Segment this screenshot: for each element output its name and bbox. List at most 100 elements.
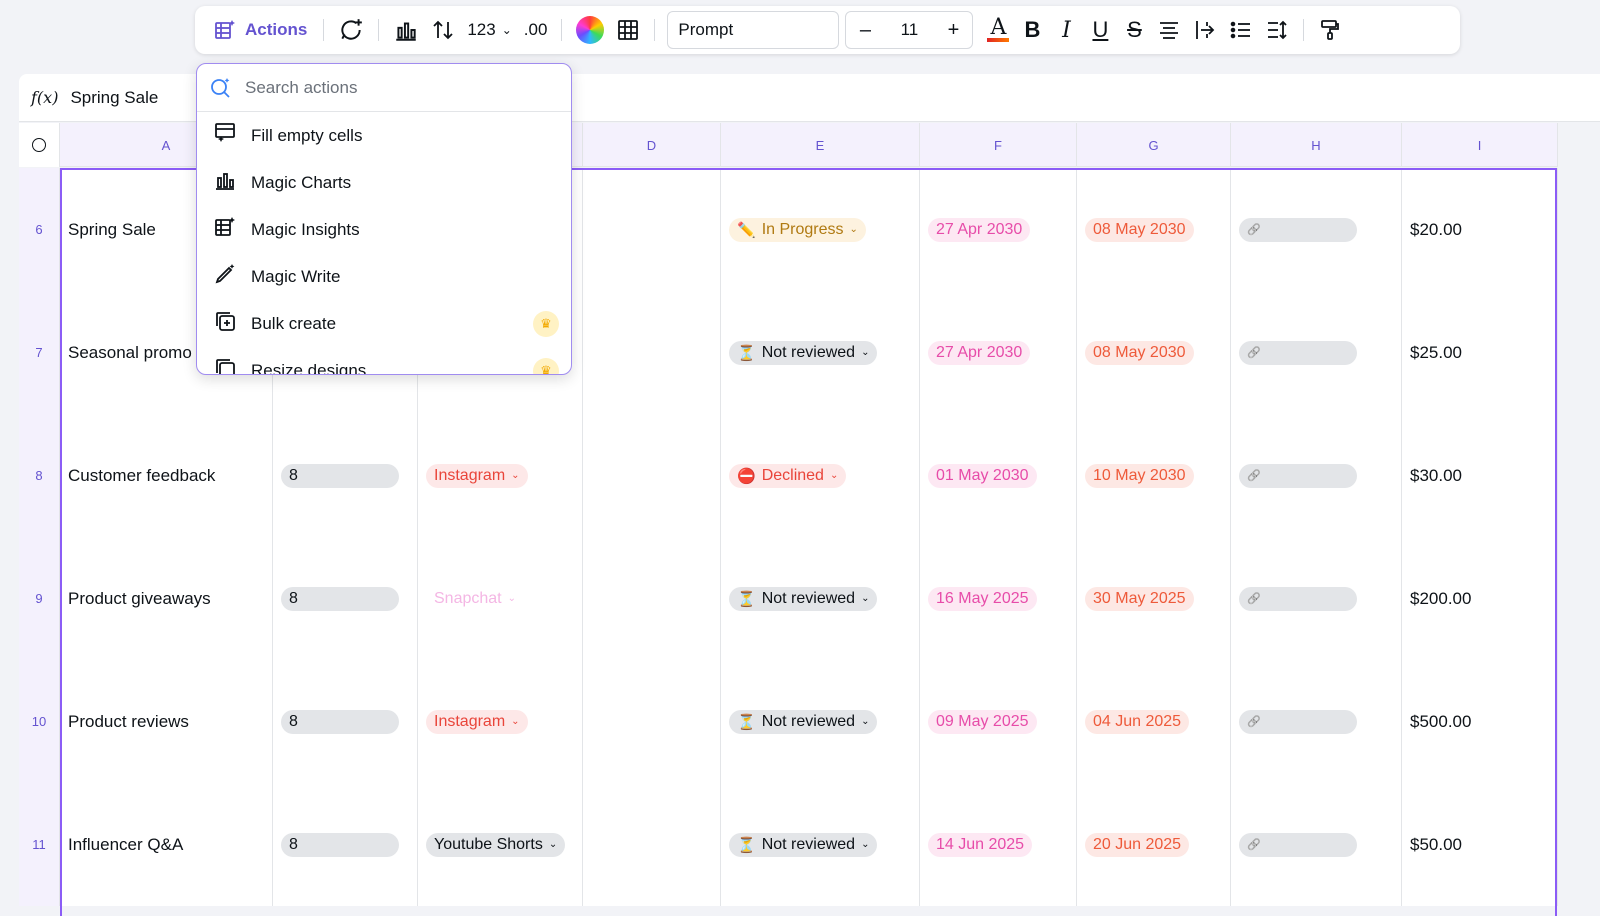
cell-g[interactable]: 08 May 2030 [1077, 291, 1231, 414]
start-date-pill[interactable]: 01 May 2030 [928, 463, 1037, 488]
channel-dropdown[interactable]: Instagram ⌄ [426, 463, 528, 488]
cell-h[interactable]: 🔗 [1231, 414, 1402, 537]
cell-h[interactable]: 🔗 [1231, 783, 1402, 906]
cell-h[interactable]: 🔗 [1231, 660, 1402, 783]
increase-font-size-button[interactable]: + [944, 19, 962, 42]
format-painter-button[interactable] [1312, 12, 1348, 48]
decrease-font-size-button[interactable]: – [856, 19, 874, 42]
number-format-dropdown[interactable]: 123 ⌄ [461, 12, 517, 48]
status-dropdown[interactable]: ⏳ Not reviewed ⌄ [729, 832, 878, 857]
start-date-pill[interactable]: 27 Apr 2030 [928, 217, 1031, 242]
end-date-pill[interactable]: 10 May 2030 [1085, 463, 1194, 488]
cell-e[interactable]: ⏳ Not reviewed ⌄ [721, 660, 920, 783]
text-color-button[interactable]: A [981, 12, 1015, 48]
spacing-button[interactable] [1259, 12, 1295, 48]
cell-b[interactable]: 8 [273, 783, 418, 906]
cell-c[interactable]: Instagram ⌄ [418, 414, 583, 537]
start-date-pill[interactable]: 27 Apr 2030 [928, 340, 1031, 365]
column-header-i[interactable]: I [1402, 123, 1558, 167]
link-field[interactable]: 🔗 [1239, 463, 1357, 488]
cell-g[interactable]: 10 May 2030 [1077, 414, 1231, 537]
column-header-e[interactable]: E [721, 123, 920, 167]
action-item-magic-write[interactable]: Magic Write [197, 253, 571, 300]
row-number[interactable]: 7 [19, 291, 60, 414]
cell-i[interactable]: $500.00 [1402, 660, 1558, 783]
cell-d[interactable] [583, 660, 721, 783]
cell-c[interactable]: Instagram ⌄ [418, 660, 583, 783]
column-header-f[interactable]: F [920, 123, 1077, 167]
vertical-align-button[interactable] [1187, 12, 1223, 48]
status-dropdown[interactable]: ✏️ In Progress ⌄ [729, 217, 866, 242]
cell-h[interactable]: 🔗 [1231, 537, 1402, 660]
font-size-stepper[interactable]: – 11 + [845, 11, 974, 49]
link-field[interactable]: 🔗 [1239, 709, 1357, 734]
status-dropdown[interactable]: ⏳ Not reviewed ⌄ [729, 709, 878, 734]
cell-e[interactable]: ⏳ Not reviewed ⌄ [721, 291, 920, 414]
column-header-g[interactable]: G [1077, 123, 1231, 167]
formula-value[interactable]: Spring Sale [70, 88, 158, 108]
status-dropdown[interactable]: ⛔ Declined ⌄ [729, 463, 847, 488]
end-date-pill[interactable]: 20 Jun 2025 [1085, 832, 1190, 857]
row-number[interactable]: 8 [19, 414, 60, 537]
link-field[interactable]: 🔗 [1239, 340, 1357, 365]
cell-a[interactable]: Influencer Q&A [60, 783, 273, 906]
underline-button[interactable]: U [1083, 12, 1117, 48]
cell-f[interactable]: 27 Apr 2030 [920, 291, 1077, 414]
status-dropdown[interactable]: ⏳ Not reviewed ⌄ [729, 340, 878, 365]
cell-g[interactable]: 08 May 2030 [1077, 168, 1231, 291]
row-number[interactable]: 6 [19, 168, 60, 291]
italic-button[interactable]: I [1049, 12, 1083, 48]
font-size-value[interactable]: 11 [901, 20, 919, 40]
action-item-magic-insights[interactable]: Magic Insights [197, 206, 571, 253]
end-date-pill[interactable]: 08 May 2030 [1085, 340, 1194, 365]
cell-d[interactable] [583, 168, 721, 291]
link-field[interactable]: 🔗 [1239, 217, 1357, 242]
cell-b[interactable]: 8 [273, 414, 418, 537]
cell-c[interactable]: Snapchat ⌄ [418, 537, 583, 660]
list-button[interactable] [1223, 12, 1259, 48]
cell-e[interactable]: ✏️ In Progress ⌄ [721, 168, 920, 291]
start-date-pill[interactable]: 16 May 2025 [928, 586, 1037, 611]
bold-button[interactable]: B [1015, 12, 1049, 48]
borders-button[interactable] [610, 12, 646, 48]
status-dropdown[interactable]: ⏳ Not reviewed ⌄ [729, 586, 878, 611]
cell-g[interactable]: 04 Jun 2025 [1077, 660, 1231, 783]
column-header-d[interactable]: D [583, 123, 721, 167]
cell-i[interactable]: $20.00 [1402, 168, 1558, 291]
actions-search[interactable]: Search actions [197, 64, 571, 112]
cell-h[interactable]: 🔗 [1231, 291, 1402, 414]
action-item-magic-charts[interactable]: Magic Charts [197, 159, 571, 206]
start-date-pill[interactable]: 14 Jun 2025 [928, 832, 1033, 857]
cell-h[interactable]: 🔗 [1231, 168, 1402, 291]
cell-d[interactable] [583, 537, 721, 660]
row-number[interactable]: 10 [19, 660, 60, 783]
row-number[interactable]: 11 [19, 783, 60, 906]
cell-e[interactable]: ⏳ Not reviewed ⌄ [721, 537, 920, 660]
end-date-pill[interactable]: 08 May 2030 [1085, 217, 1194, 242]
cell-e[interactable]: ⏳ Not reviewed ⌄ [721, 783, 920, 906]
channel-dropdown[interactable]: Snapchat ⌄ [426, 586, 524, 611]
font-family-dropdown[interactable]: Prompt [667, 11, 840, 49]
cell-c[interactable]: Youtube Shorts ⌄ [418, 783, 583, 906]
link-field[interactable]: 🔗 [1239, 586, 1357, 611]
cell-f[interactable]: 09 May 2025 [920, 660, 1077, 783]
cell-b[interactable]: 8 [273, 660, 418, 783]
cell-i[interactable]: $200.00 [1402, 537, 1558, 660]
cell-a[interactable]: Product giveaways [60, 537, 273, 660]
chart-button[interactable] [387, 12, 425, 48]
cell-d[interactable] [583, 414, 721, 537]
sort-button[interactable] [425, 12, 461, 48]
end-date-pill[interactable]: 04 Jun 2025 [1085, 709, 1190, 734]
link-field[interactable]: 🔗 [1239, 832, 1357, 857]
cell-i[interactable]: $50.00 [1402, 783, 1558, 906]
cell-color-button[interactable] [570, 12, 610, 48]
cell-d[interactable] [583, 291, 721, 414]
select-all-button[interactable] [19, 123, 60, 167]
cell-f[interactable]: 14 Jun 2025 [920, 783, 1077, 906]
channel-dropdown[interactable]: Instagram ⌄ [426, 709, 528, 734]
action-item-bulk-create[interactable]: Bulk create ♛ [197, 300, 571, 347]
start-date-pill[interactable]: 09 May 2025 [928, 709, 1037, 734]
cell-i[interactable]: $25.00 [1402, 291, 1558, 414]
cell-a[interactable]: Customer feedback [60, 414, 273, 537]
channel-dropdown[interactable]: Youtube Shorts ⌄ [426, 832, 566, 857]
